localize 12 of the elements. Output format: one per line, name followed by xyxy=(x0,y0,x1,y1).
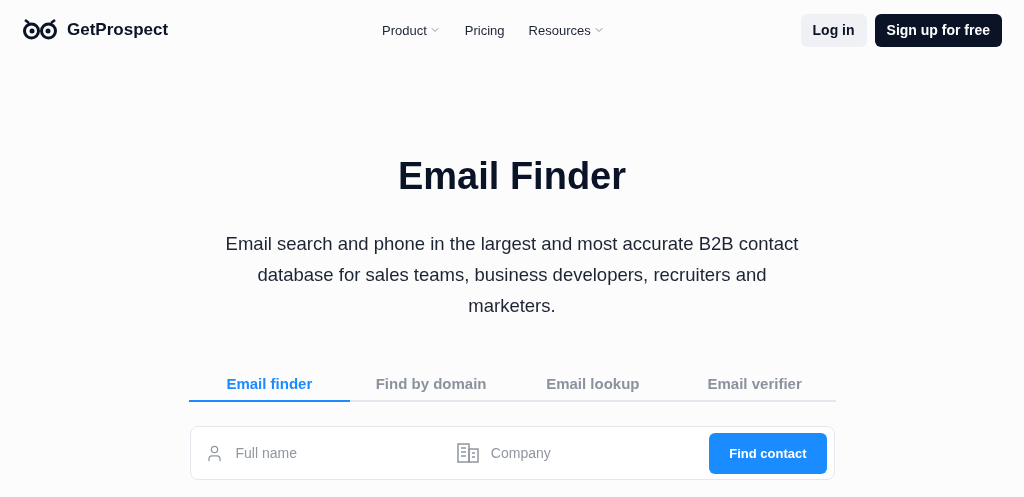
nav-link[interactable]: Product xyxy=(382,22,441,38)
login-button[interactable]: Log in xyxy=(800,13,867,47)
owl-logo-icon xyxy=(22,19,58,41)
search-field[interactable]: Full name xyxy=(233,444,418,462)
nav-link[interactable]: Resources xyxy=(528,22,605,38)
search-field[interactable]: Company xyxy=(488,444,673,462)
page-title: Email Finder xyxy=(397,155,627,198)
signup-button[interactable]: Sign up for free xyxy=(874,13,1002,47)
brand-name: GetProspect xyxy=(67,20,169,40)
page-subtitle: Email search and phone in the largest and most accurate B2B contact database for sales teams, business developers, recruiters and marketers. xyxy=(224,232,800,318)
nav-link[interactable]: Pricing xyxy=(464,22,505,38)
building-icon xyxy=(456,443,479,463)
